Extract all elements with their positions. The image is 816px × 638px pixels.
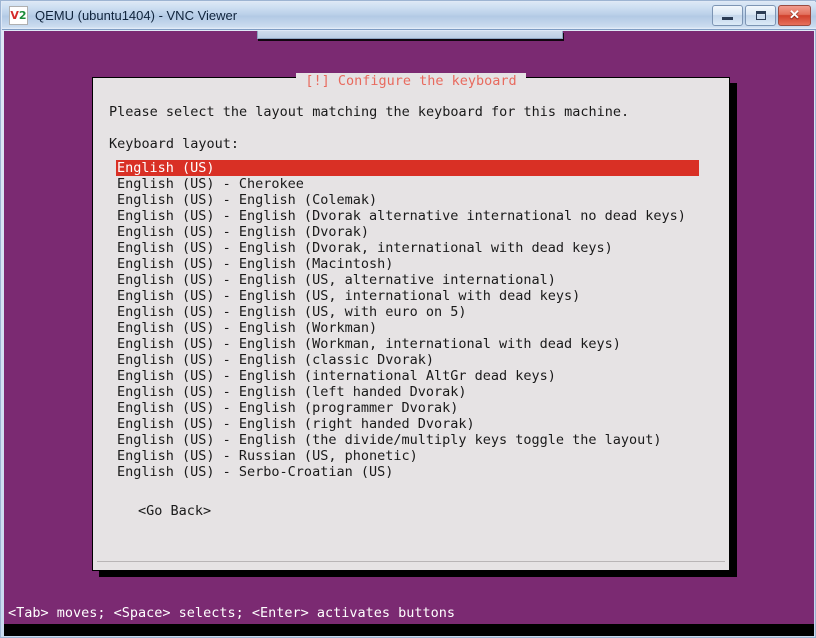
window-controls: ✕ xyxy=(712,5,811,26)
list-item[interactable]: English (US) - Russian (US, phonetic) xyxy=(116,448,706,464)
list-item[interactable]: English (US) - English (right handed Dvo… xyxy=(116,416,706,432)
list-item[interactable]: English (US) - English (Workman) xyxy=(116,320,706,336)
list-item[interactable]: English (US) - English (Colemak) xyxy=(116,192,706,208)
list-item[interactable]: English (US) - English (the divide/multi… xyxy=(116,432,706,448)
window-titlebar[interactable]: V2 QEMU (ubuntu1404) - VNC Viewer ✕ xyxy=(2,2,816,30)
minimize-icon xyxy=(722,17,733,20)
configure-keyboard-dialog: [!] Configure the keyboard Please select… xyxy=(92,73,730,571)
screen-bottom-filler xyxy=(4,624,814,636)
list-item[interactable]: English (US) - English (classic Dvorak) xyxy=(116,352,706,368)
list-item[interactable]: English (US) - English (US, with euro on… xyxy=(116,304,706,320)
vnc-viewer-icon: V2 xyxy=(9,6,28,25)
maximize-icon xyxy=(756,11,766,20)
list-item[interactable]: English (US) - Cherokee xyxy=(116,176,706,192)
screenshot-root: V2 QEMU (ubuntu1404) - VNC Viewer ✕ [!] … xyxy=(0,0,816,638)
list-item[interactable]: English (US) xyxy=(116,160,699,176)
vnc-icon-letter-2: 2 xyxy=(18,9,27,22)
dialog-prompt-text: Please select the layout matching the ke… xyxy=(109,104,630,120)
list-item[interactable]: English (US) - English (Workman, interna… xyxy=(116,336,706,352)
list-item[interactable]: English (US) - English (Dvorak) xyxy=(116,224,706,240)
dialog-body: Please select the layout matching the ke… xyxy=(93,78,729,570)
close-icon: ✕ xyxy=(789,7,800,22)
list-item[interactable]: English (US) - English (left handed Dvor… xyxy=(116,384,706,400)
keyboard-layout-list[interactable]: English (US) English (US) - Cherokee Engli… xyxy=(116,160,706,480)
vnc-remote-screen[interactable]: [!] Configure the keyboard Please select… xyxy=(4,31,814,636)
list-item[interactable]: English (US) - English (Dvorak, internat… xyxy=(116,240,706,256)
list-item[interactable]: English (US) - Serbo-Croatian (US) xyxy=(116,464,706,480)
list-item[interactable]: English (US) - English (Dvorak alternati… xyxy=(116,208,706,224)
vnc-floating-toolbar[interactable] xyxy=(257,31,563,39)
minimize-button[interactable] xyxy=(712,5,743,26)
go-back-button[interactable]: <Go Back> xyxy=(138,503,211,519)
list-item[interactable]: English (US) - English (programmer Dvora… xyxy=(116,400,706,416)
status-help-text: <Tab> moves; <Space> selects; <Enter> ac… xyxy=(8,605,456,621)
list-item[interactable]: English (US) - English (US, internationa… xyxy=(116,288,706,304)
window-title: QEMU (ubuntu1404) - VNC Viewer xyxy=(35,8,238,23)
installer-status-bar: <Tab> moves; <Space> selects; <Enter> ac… xyxy=(4,602,814,624)
close-button[interactable]: ✕ xyxy=(778,5,811,26)
dialog-footer-divider xyxy=(97,561,725,562)
list-item[interactable]: English (US) - English (Macintosh) xyxy=(116,256,706,272)
maximize-button[interactable] xyxy=(745,5,776,26)
keyboard-layout-label: Keyboard layout: xyxy=(109,136,240,152)
list-item[interactable]: English (US) - English (US, alternative … xyxy=(116,272,706,288)
vnc-icon-letter-v: V xyxy=(10,9,19,22)
vnc-viewer-window: V2 QEMU (ubuntu1404) - VNC Viewer ✕ [!] … xyxy=(0,0,816,638)
list-item[interactable]: English (US) - English (international Al… xyxy=(116,368,706,384)
